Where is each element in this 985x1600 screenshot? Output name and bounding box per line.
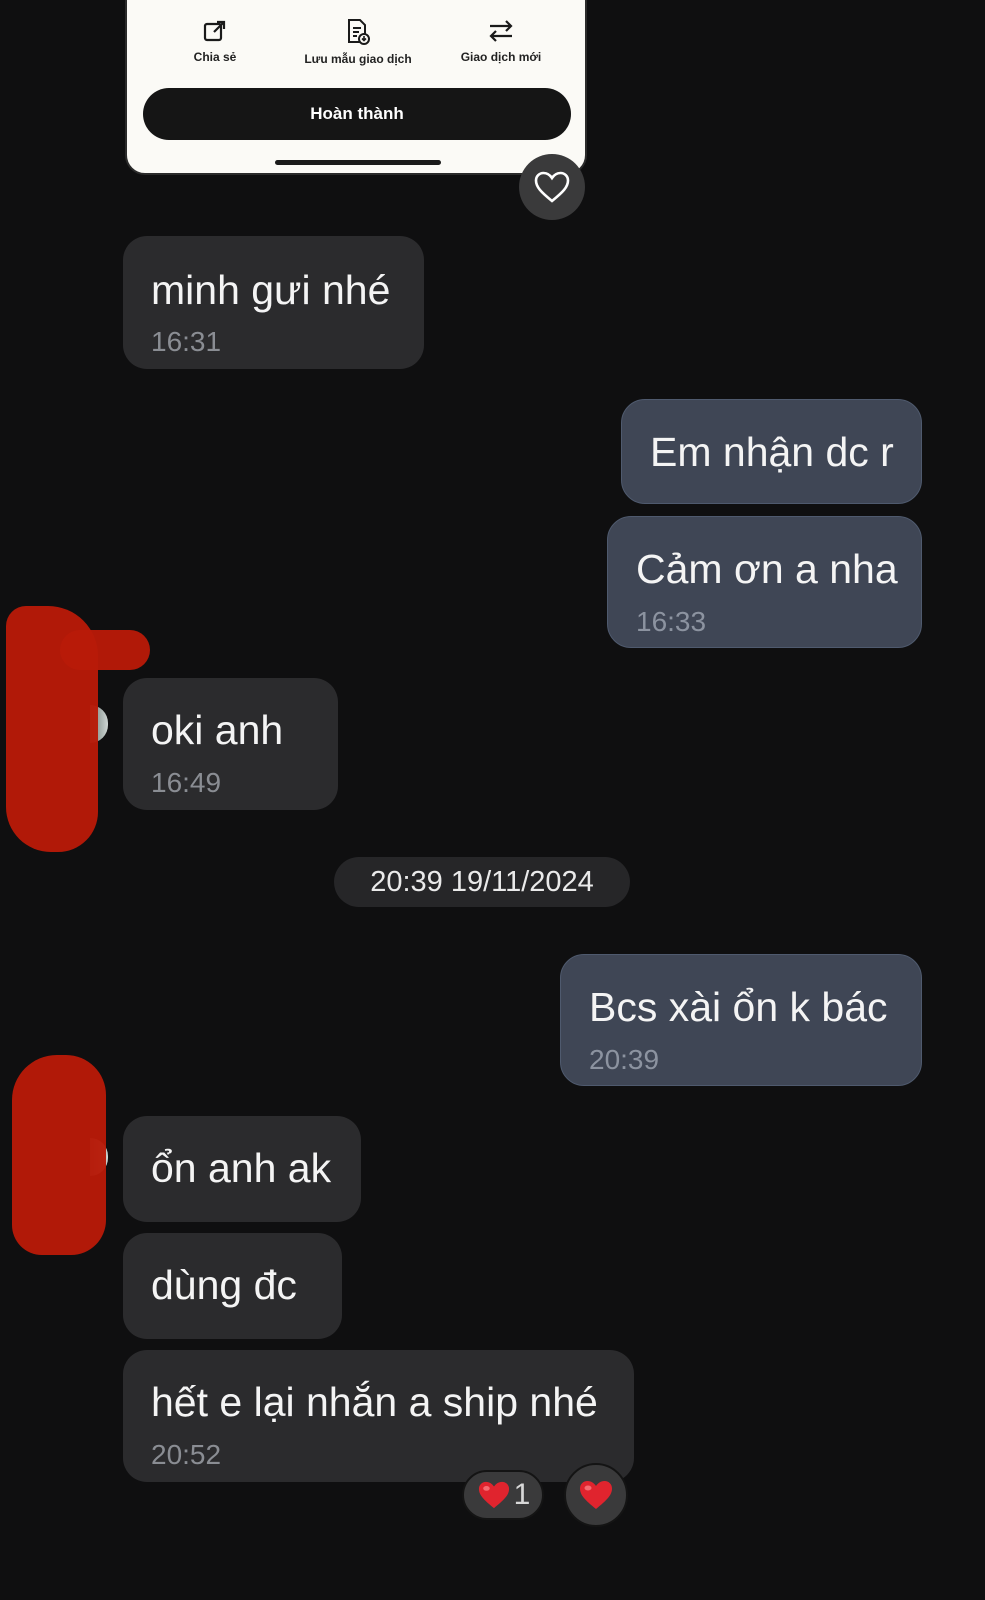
message-incoming[interactable]: hết e lại nhắn a ship nhé 20:52 bbox=[123, 1350, 634, 1482]
message-time: 20:52 bbox=[151, 1439, 222, 1470]
message-text: Em nhận dc r bbox=[650, 429, 894, 475]
message-incoming[interactable]: minh gưi nhé 16:31 bbox=[123, 236, 424, 369]
save-template-action: Lưu mẫu giao dịch bbox=[288, 18, 428, 66]
message-time: 16:31 bbox=[151, 326, 222, 357]
share-action: Chia sẻ bbox=[145, 18, 285, 64]
message-time: 16:33 bbox=[636, 606, 707, 637]
message-text: minh gưi nhé bbox=[151, 267, 391, 313]
red-heart-icon bbox=[580, 1481, 612, 1509]
reaction-summary[interactable]: 1 bbox=[462, 1470, 544, 1520]
message-text: dùng đc bbox=[151, 1262, 297, 1308]
message-incoming[interactable]: dùng đc bbox=[123, 1233, 342, 1339]
receipt-actions: Chia sẻ Lưu mẫu giao dịch Giao dịch mới bbox=[127, 18, 585, 78]
message-text: hết e lại nhắn a ship nhé bbox=[151, 1379, 598, 1425]
date-separator: 20:39 19/11/2024 bbox=[334, 857, 630, 907]
message-incoming[interactable]: oki anh 16:49 bbox=[123, 678, 338, 810]
message-time: 16:49 bbox=[151, 767, 222, 798]
message-time: 20:39 bbox=[589, 1044, 660, 1075]
message-incoming[interactable]: ổn anh ak bbox=[123, 1116, 361, 1222]
share-label: Chia sẻ bbox=[193, 50, 237, 64]
message-text: Cảm ơn a nha bbox=[636, 546, 898, 592]
add-reaction-button[interactable] bbox=[564, 1463, 628, 1527]
new-transaction-label: Giao dịch mới bbox=[460, 50, 542, 64]
save-template-icon bbox=[348, 19, 370, 45]
done-button: Hoàn thành bbox=[143, 88, 571, 140]
message-text: ổn anh ak bbox=[151, 1145, 332, 1191]
heart-outline-icon bbox=[534, 171, 570, 203]
home-indicator bbox=[275, 160, 441, 165]
red-heart-icon bbox=[478, 1481, 509, 1509]
message-outgoing[interactable]: Bcs xài ổn k bác 20:39 bbox=[560, 954, 922, 1086]
share-icon bbox=[203, 20, 226, 42]
new-transaction-action: Giao dịch mới bbox=[431, 18, 571, 64]
message-outgoing[interactable]: Cảm ơn a nha 16:33 bbox=[607, 516, 922, 648]
message-text: oki anh bbox=[151, 707, 284, 753]
redaction-mark bbox=[60, 630, 150, 670]
save-template-label: Lưu mẫu giao dịch bbox=[304, 52, 412, 66]
message-text: Bcs xài ổn k bác bbox=[589, 984, 888, 1030]
redaction-mark bbox=[12, 1055, 106, 1255]
reaction-count: 1 bbox=[513, 1478, 531, 1511]
shared-receipt-image[interactable]: Chia sẻ Lưu mẫu giao dịch Giao dịch mới … bbox=[125, 0, 587, 175]
add-reaction-button[interactable] bbox=[519, 154, 585, 220]
message-outgoing[interactable]: Em nhận dc r bbox=[621, 399, 922, 504]
swap-arrows-icon bbox=[489, 20, 513, 42]
